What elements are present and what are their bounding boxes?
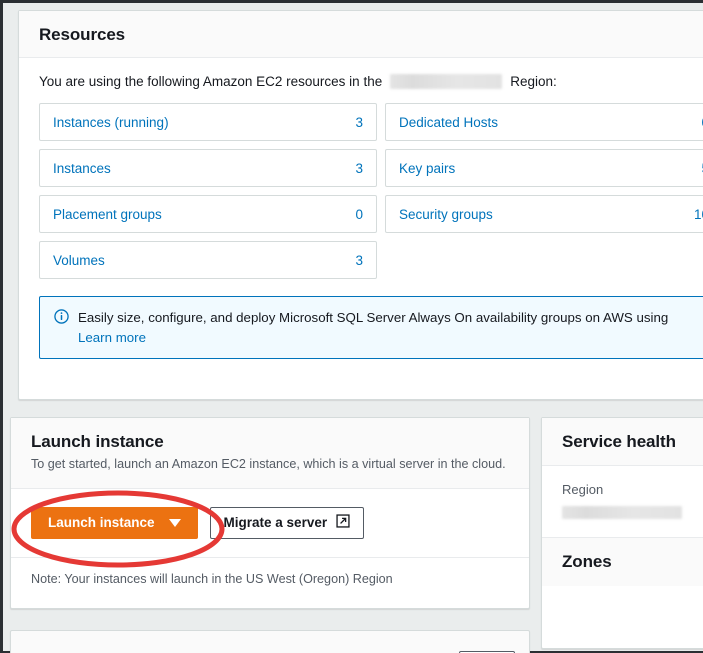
resource-tile-count: 10 (694, 207, 703, 222)
resources-card: Resources You are using the following Am… (18, 10, 703, 400)
resources-card-body: You are using the following Amazon EC2 r… (19, 58, 703, 359)
resources-intro-suffix: Region: (510, 74, 557, 89)
launch-instance-actions: Launch instance Migrate a server (11, 489, 529, 558)
launch-instance-title: Launch instance (31, 432, 509, 452)
resource-tile-volumes[interactable]: Volumes 3 (39, 241, 377, 279)
resource-tile-count: 3 (355, 161, 363, 176)
service-health-region-label: Region (562, 482, 700, 497)
service-health-body: Region (542, 466, 703, 537)
resources-card-header: Resources (19, 11, 703, 58)
launch-instance-header: Launch instance To get started, launch a… (11, 418, 529, 489)
bottom-partial-card (10, 630, 530, 653)
info-banner-content: Easily size, configure, and deploy Micro… (78, 308, 668, 345)
resources-intro-prefix: You are using the following Amazon EC2 r… (39, 74, 382, 89)
resource-tiles-grid: Instances (running) 3 Dedicated Hosts 0 … (39, 103, 697, 279)
resource-tile-label: Placement groups (53, 207, 162, 222)
resource-tile-count: 3 (355, 253, 363, 268)
window-left-edge (0, 0, 3, 653)
zones-title: Zones (562, 552, 700, 572)
resources-intro-line: You are using the following Amazon EC2 r… (39, 74, 697, 89)
resource-tile-label: Instances (running) (53, 115, 169, 130)
resource-tile-placement-groups[interactable]: Placement groups 0 (39, 195, 377, 233)
chevron-down-icon (169, 519, 181, 527)
ec2-console-page: Resources You are using the following Am… (0, 0, 703, 653)
learn-more-link[interactable]: Learn more (78, 330, 668, 345)
launch-instance-card: Launch instance To get started, launch a… (10, 417, 530, 609)
resource-tile-count: 0 (355, 207, 363, 222)
info-banner-text: Easily size, configure, and deploy Micro… (78, 308, 668, 329)
window-top-edge (0, 0, 703, 3)
launch-instance-button[interactable]: Launch instance (31, 507, 198, 539)
external-link-icon (336, 514, 350, 531)
resource-tile-instances-running[interactable]: Instances (running) 3 (39, 103, 377, 141)
page-title: Resources (39, 25, 697, 45)
resource-tile-label: Volumes (53, 253, 105, 268)
migrate-a-server-button-label: Migrate a server (224, 515, 328, 530)
resource-tile-label: Dedicated Hosts (399, 115, 498, 130)
info-circle-icon (54, 309, 69, 324)
resource-tile-count: 3 (355, 115, 363, 130)
resource-tile-label: Instances (53, 161, 111, 176)
migrate-a-server-button[interactable]: Migrate a server (210, 507, 365, 539)
service-health-title: Service health (562, 432, 700, 452)
launch-instance-button-label: Launch instance (48, 515, 155, 530)
redacted-region-name (390, 74, 502, 89)
service-health-card: Service health Region Zones (541, 417, 703, 649)
launch-instance-subtitle: To get started, launch an Amazon EC2 ins… (31, 456, 509, 474)
resource-tile-label: Security groups (399, 207, 493, 222)
zones-header: Zones (542, 537, 703, 586)
info-banner: Easily size, configure, and deploy Micro… (39, 296, 703, 359)
resource-tile-dedicated-hosts[interactable]: Dedicated Hosts 0 (385, 103, 703, 141)
launch-instance-note: Note: Your instances will launch in the … (11, 558, 529, 600)
resource-tile-security-groups[interactable]: Security groups 10 (385, 195, 703, 233)
resource-tile-key-pairs[interactable]: Key pairs 5 (385, 149, 703, 187)
resource-tile-instances[interactable]: Instances 3 (39, 149, 377, 187)
resource-tile-label: Key pairs (399, 161, 455, 176)
redacted-region-value (562, 506, 682, 519)
service-health-header: Service health (542, 418, 703, 466)
